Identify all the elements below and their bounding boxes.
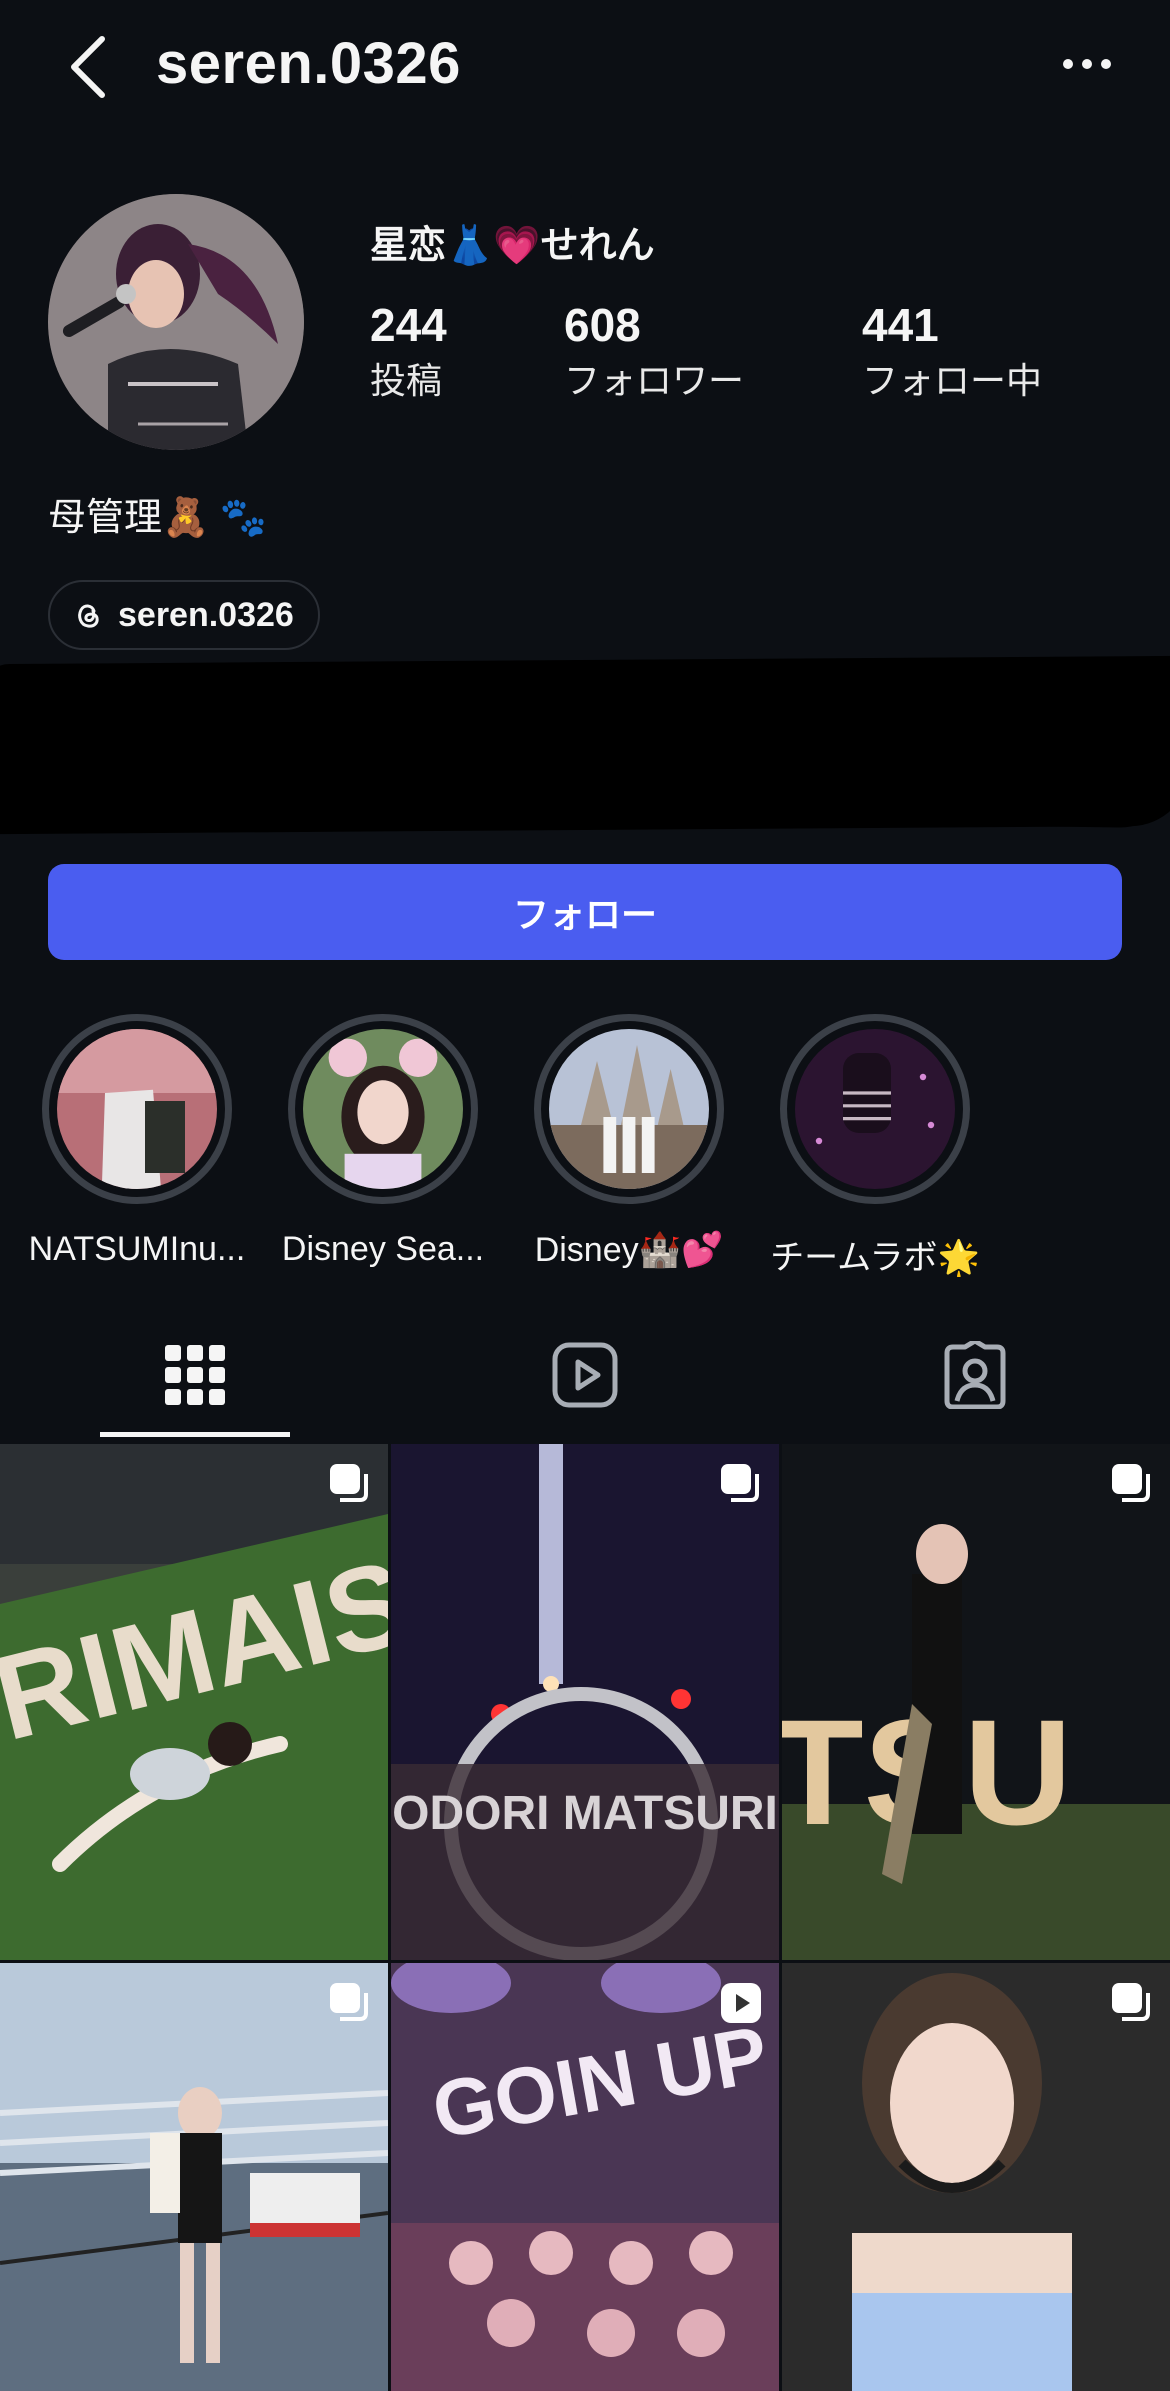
redacted-region-stroke [0,691,1170,829]
profile-username: seren.0326 [156,31,461,96]
highlight-cover [57,1029,217,1189]
highlight-ring [288,1014,478,1204]
active-tab-indicator [100,1432,290,1437]
threads-link[interactable]: seren.0326 [48,580,320,650]
more-options-button[interactable] [1052,44,1122,84]
highlight-cover [795,1029,955,1189]
profile-avatar[interactable] [48,194,304,450]
grid-icon [165,1345,225,1405]
avatar-photo [48,194,304,450]
highlight-label: Disney🏰💕 [534,1231,724,1269]
following-label: フォロー中 [862,360,1043,401]
highlight-ring [42,1014,232,1204]
post-overlay-text: ODORI MATSURI [392,1787,778,1840]
tagged-user-icon [944,1341,1006,1409]
reel-play-icon [721,1983,761,2023]
following-stat[interactable]: 441 フォロー中 [862,298,1042,404]
carousel-icon [330,1464,368,1502]
tab-reels[interactable] [535,1330,635,1420]
post-image: TSU [782,1444,1170,1960]
post-image: RIMAIS [0,1444,388,1960]
highlight-item[interactable]: チームラボ🌟 [770,1014,980,1279]
threads-icon [78,604,99,628]
followers-stat[interactable]: 608 フォロワー [564,298,744,404]
highlight-ring [780,1014,970,1204]
bio-text: 母管理🧸 🐾 [48,497,268,539]
followers-count: 608 [564,299,641,351]
highlight-item[interactable]: NATSUMInu... [29,1014,245,1269]
post-image: GOIN UP [391,1963,779,2391]
more-horizontal-icon [1063,59,1111,69]
post-tile[interactable]: RIMAIS [0,1444,388,1960]
back-button[interactable] [58,32,118,102]
reels-icon [552,1342,618,1408]
post-tile[interactable] [0,1963,388,2391]
highlight-label: チームラボ🌟 [770,1239,980,1277]
posts-stat[interactable]: 244 投稿 [370,298,447,404]
tab-grid[interactable] [145,1330,245,1420]
carousel-icon [1112,1464,1150,1502]
carousel-icon [1112,1983,1150,2021]
post-image [0,1963,388,2391]
highlight-item[interactable]: Disney🏰💕 [534,1014,724,1270]
carousel-icon [721,1464,759,1502]
carousel-icon [330,1983,368,2021]
highlight-item[interactable]: Disney Sea... [282,1014,484,1269]
post-image: ODORI MATSURI [391,1444,779,1960]
posts-count: 244 [370,299,447,351]
highlight-cover [303,1029,463,1189]
threads-handle: seren.0326 [118,595,294,634]
display-name: 星恋👗💗せれん [370,225,655,267]
post-tile[interactable] [782,1963,1170,2391]
followers-label: フォロワー [564,360,745,401]
highlight-label: Disney Sea... [281,1230,485,1268]
post-image [782,1963,1170,2391]
post-tile[interactable]: ODORI MATSURI [391,1444,779,1960]
following-count: 441 [862,299,939,351]
post-tile[interactable]: TSU [782,1444,1170,1960]
post-tile[interactable]: GOIN UP [391,1963,779,2391]
tab-tagged[interactable] [925,1330,1025,1420]
highlight-cover [549,1029,709,1189]
follow-button[interactable]: フォロー [48,864,1122,960]
highlight-label: NATSUMInu... [28,1230,246,1268]
chevron-left-icon [71,36,105,98]
posts-label: 投稿 [370,360,443,401]
highlight-ring [534,1014,724,1204]
